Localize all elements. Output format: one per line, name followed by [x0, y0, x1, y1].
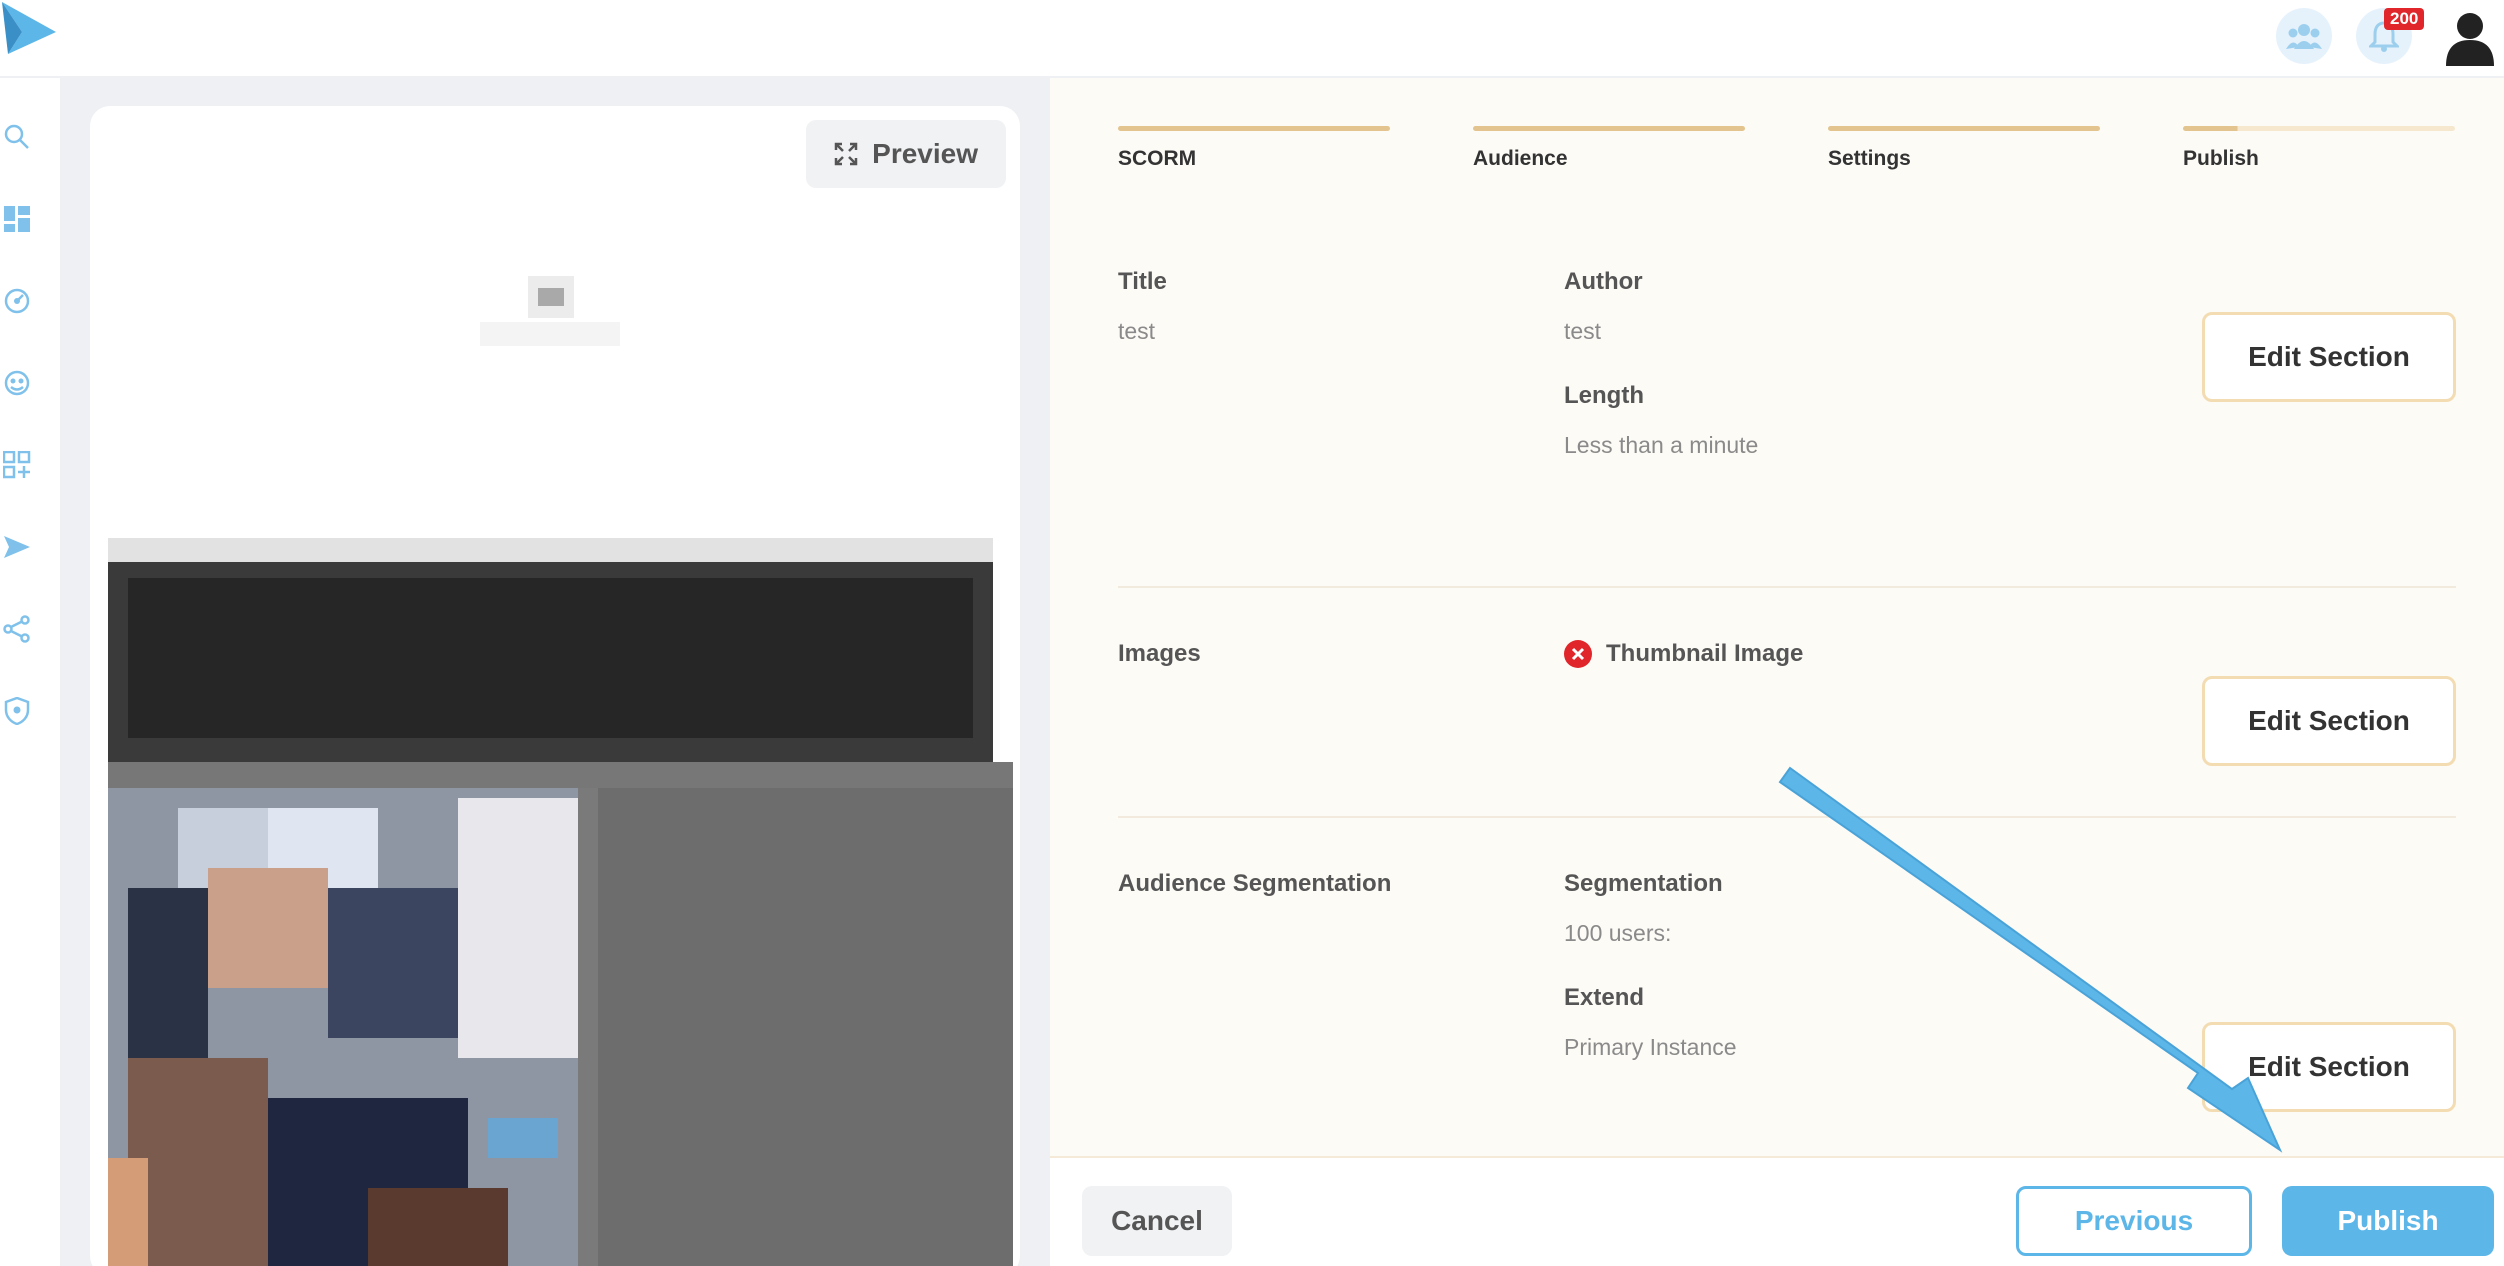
audience-title: Audience Segmentation [1118, 870, 1392, 897]
cancel-button[interactable]: Cancel [1082, 1186, 1232, 1256]
preview-label: Preview [872, 138, 978, 169]
notification-badge: 200 [2384, 8, 2425, 30]
segmentation-value: 100 users: [1564, 920, 1672, 946]
footer-bar: Cancel Previous Publish [1050, 1156, 2504, 1266]
send-icon[interactable] [0, 530, 34, 564]
details-section: Title test Author test Length Less than … [1118, 268, 2456, 588]
top-bar: 200 [0, 0, 2504, 78]
expand-icon [834, 142, 858, 166]
thumbnail-label: Thumbnail Image [1606, 640, 1804, 667]
preview-area: Preview [62, 78, 1050, 1266]
step-bar [1118, 126, 1390, 131]
segmentation-label: Segmentation [1564, 870, 1723, 897]
dashboard-icon[interactable] [0, 202, 34, 236]
images-title: Images [1118, 640, 1201, 667]
step-label: Settings [1828, 147, 1911, 170]
audience-section: Audience Segmentation Segmentation 100 u… [1118, 818, 2456, 1148]
preview-button[interactable]: Preview [806, 120, 1006, 188]
previous-button[interactable]: Previous [2016, 1186, 2252, 1256]
step-progress: SCORM Audience Settings Publish [1118, 126, 2456, 186]
step-bar [1473, 126, 1745, 131]
extend-value: Primary Instance [1564, 1034, 1737, 1060]
step-bar [1828, 126, 2100, 131]
step-settings[interactable]: Settings [1828, 126, 2100, 171]
shield-icon[interactable] [0, 694, 34, 728]
publish-button[interactable]: Publish [2282, 1186, 2494, 1256]
error-x-icon [1564, 640, 1592, 668]
blurred-logo-image [480, 276, 620, 346]
length-label: Length [1564, 382, 1644, 409]
step-label: Audience [1473, 147, 1568, 170]
author-value: test [1564, 318, 1602, 344]
share-icon[interactable] [0, 612, 34, 646]
length-value: Less than a minute [1564, 432, 1759, 458]
title-label: Title [1118, 268, 1167, 295]
blurred-content-image [108, 538, 1013, 1266]
step-scorm[interactable]: SCORM [1118, 126, 1390, 171]
edit-audience-button[interactable]: Edit Section [2202, 1022, 2456, 1112]
edit-details-button[interactable]: Edit Section [2202, 312, 2456, 402]
images-section: Images Thumbnail Image Edit Section [1118, 588, 2456, 818]
review-content: SCORM Audience Settings Publish Title te… [1050, 78, 2504, 1156]
step-audience[interactable]: Audience [1473, 126, 1745, 171]
step-label: SCORM [1118, 147, 1197, 170]
left-nav [0, 78, 62, 1266]
preview-card: Preview [90, 106, 1020, 1266]
support-icon[interactable] [0, 366, 34, 400]
step-publish[interactable]: Publish [2183, 126, 2455, 171]
user-avatar-icon[interactable] [2444, 10, 2496, 66]
logo-icon[interactable] [0, 0, 60, 60]
author-label: Author [1564, 268, 1643, 295]
extend-label: Extend [1564, 984, 1645, 1011]
edit-images-button[interactable]: Edit Section [2202, 676, 2456, 766]
step-bar [2183, 126, 2455, 131]
step-label: Publish [2183, 147, 2259, 170]
team-icon[interactable] [2276, 8, 2332, 64]
search-icon[interactable] [0, 120, 34, 154]
title-value: test [1118, 318, 1156, 344]
dial-icon[interactable] [0, 284, 34, 318]
add-app-icon[interactable] [0, 448, 34, 482]
